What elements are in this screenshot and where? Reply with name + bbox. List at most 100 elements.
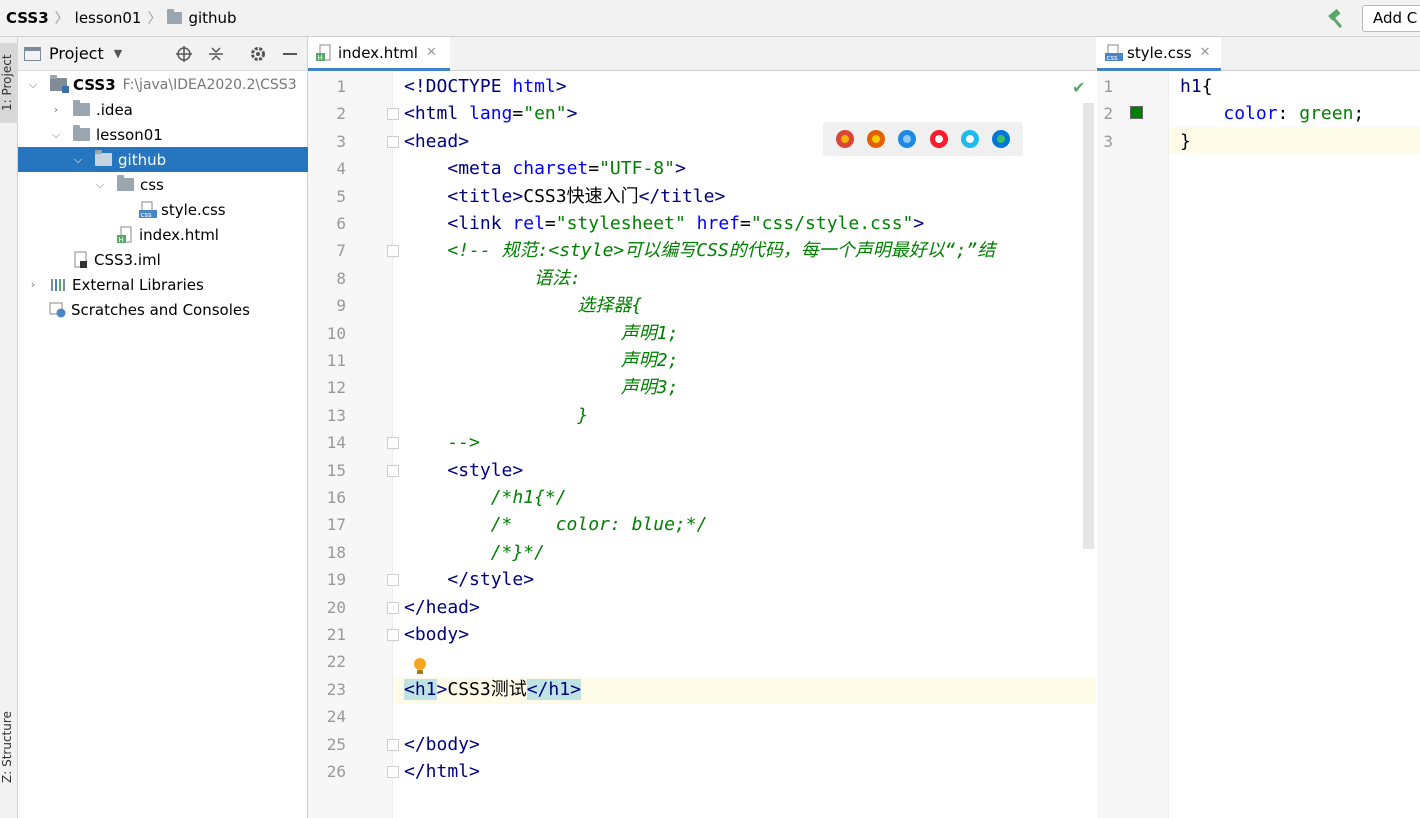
line-number: 23 (326, 679, 346, 699)
folder-icon (73, 100, 90, 116)
fold-marker[interactable] (387, 135, 399, 148)
line-number: 15 (326, 460, 346, 480)
close-icon[interactable]: ✕ (1200, 45, 1211, 60)
folder-icon (117, 175, 134, 191)
code-line: /* color: blue;*/ (404, 514, 708, 536)
project-view-selector[interactable]: Project ▼ (24, 44, 122, 63)
chevron-down-icon[interactable]: ⌵ (93, 178, 107, 192)
html-code-editor[interactable]: <!DOCTYPE html> <html lang="en"> <head> <m… (308, 71, 1096, 818)
chevron-down-icon[interactable]: ⌵ (71, 153, 85, 167)
gear-icon[interactable] (249, 45, 267, 63)
css-file-icon: css (139, 201, 157, 219)
tree-item-github[interactable]: ⌵ github (18, 147, 308, 172)
line-number: 2 (1103, 104, 1113, 124)
tree-item-style-css[interactable]: css style.css (18, 197, 308, 222)
safari-icon[interactable] (898, 130, 917, 148)
code-line: </head> (404, 596, 480, 618)
line-number: 20 (326, 597, 346, 617)
close-icon[interactable]: ✕ (426, 45, 437, 60)
tree-item-css-folder[interactable]: ⌵ css (18, 172, 308, 197)
firefox-icon[interactable] (866, 130, 885, 148)
tree-item-label: CSS3.iml (94, 250, 161, 269)
add-configuration-button[interactable]: Add C (1362, 5, 1420, 32)
color-swatch[interactable] (1130, 106, 1143, 119)
fold-marker[interactable] (387, 464, 399, 477)
tree-item-index-html[interactable]: H index.html (18, 222, 308, 247)
fold-marker[interactable] (387, 245, 399, 258)
lightbulb-icon[interactable] (412, 657, 428, 675)
line-number: 25 (326, 734, 346, 754)
css-code-editor[interactable]: 1 h1{2 color: green; 3} (1097, 71, 1420, 818)
inspection-ok-icon[interactable]: ✔ (1072, 78, 1085, 97)
project-tool-button[interactable]: 1: Project (0, 43, 18, 123)
project-panel-title: Project (49, 44, 104, 63)
code-line: <style> (447, 459, 524, 481)
folder-icon (73, 125, 90, 141)
breadcrumb-separator: 〉 (147, 11, 162, 27)
line-number: 1 (1103, 77, 1113, 96)
iml-file-icon (72, 251, 90, 269)
project-window-icon (24, 46, 41, 61)
code-line: <head> (404, 130, 470, 152)
breadcrumb-github[interactable]: github (188, 0, 236, 37)
line-number: 5 (336, 186, 346, 206)
chevron-right-icon[interactable]: › (49, 103, 63, 116)
fold-marker[interactable] (387, 574, 399, 587)
code-line: </body> (404, 733, 480, 755)
code-line: <!-- 规范:<style>可以编写CSS的代码，每一个声明最好以“;”结 (447, 240, 996, 262)
edge-icon[interactable] (992, 130, 1011, 148)
tree-item-lesson01[interactable]: ⌵ lesson01 (18, 122, 308, 147)
ie-icon[interactable] (960, 130, 979, 148)
svg-text:H: H (119, 236, 124, 244)
minimize-icon[interactable] (281, 45, 299, 63)
fold-marker[interactable] (387, 601, 399, 614)
tree-item-external-libraries[interactable]: › External Libraries (18, 272, 308, 297)
breadcrumb-lesson01[interactable]: lesson01 (75, 0, 142, 37)
tree-item-css3-iml[interactable]: CSS3.iml (18, 247, 308, 272)
code-line: <body> (404, 624, 470, 645)
line-number: 14 (326, 433, 346, 453)
editor-scrollbar[interactable] (1083, 103, 1094, 549)
line-number: 19 (326, 570, 346, 590)
css-editor-tabbar: css style.css ✕ (1097, 37, 1420, 71)
code-line: <html lang="en"> (404, 103, 578, 125)
opera-icon[interactable] (929, 130, 948, 148)
line-number: 11 (326, 351, 346, 370)
line-number: 22 (326, 652, 346, 672)
line-number: 13 (326, 405, 346, 425)
chevron-right-icon[interactable]: › (26, 278, 40, 291)
tree-item-idea[interactable]: › .idea (18, 97, 308, 122)
fold-marker[interactable] (387, 766, 399, 778)
locate-icon[interactable] (175, 45, 193, 63)
code-line: </style> (447, 569, 535, 591)
fold-marker[interactable] (387, 437, 399, 450)
code-line: } (1180, 130, 1191, 152)
tab-style-css[interactable]: css style.css ✕ (1097, 37, 1221, 71)
tree-item-label: External Libraries (72, 275, 204, 294)
chrome-icon[interactable] (835, 130, 854, 148)
tree-item-label: css (140, 175, 164, 194)
fold-marker[interactable] (387, 738, 399, 751)
tree-item-css3-project[interactable]: ⌵ CSS3 F:\java\IDEA2020.2\CSS3 (18, 72, 308, 97)
breadcrumb-project[interactable]: CSS3 (0, 0, 49, 37)
fold-marker[interactable] (387, 108, 399, 121)
line-number: 9 (336, 296, 346, 316)
code-line: <!DOCTYPE html> (404, 76, 567, 97)
code-line: /*}*/ (404, 541, 545, 563)
code-line: <link rel="stylesheet" href="css/style.c… (447, 213, 925, 234)
tree-item-scratches[interactable]: Scratches and Consoles (18, 297, 308, 322)
build-hammer-icon[interactable] (1326, 8, 1348, 30)
svg-text:H: H (318, 54, 323, 62)
fold-marker[interactable] (387, 629, 399, 641)
tab-index-html[interactable]: H index.html ✕ (308, 37, 450, 71)
line-number: 24 (326, 707, 346, 727)
chevron-down-icon[interactable]: ⌵ (26, 78, 40, 92)
html-editor-tabbar: H index.html ✕ (308, 37, 1096, 71)
collapse-all-icon[interactable] (207, 45, 225, 63)
chevron-down-icon[interactable]: ⌵ (49, 128, 63, 142)
code-line: <h1>CSS3测试</h1> (404, 678, 581, 700)
structure-tool-button[interactable]: Z: Structure (0, 707, 18, 787)
tree-item-label: index.html (139, 225, 219, 244)
tree-item-label: lesson01 (96, 125, 163, 144)
line-number: 8 (336, 268, 346, 288)
